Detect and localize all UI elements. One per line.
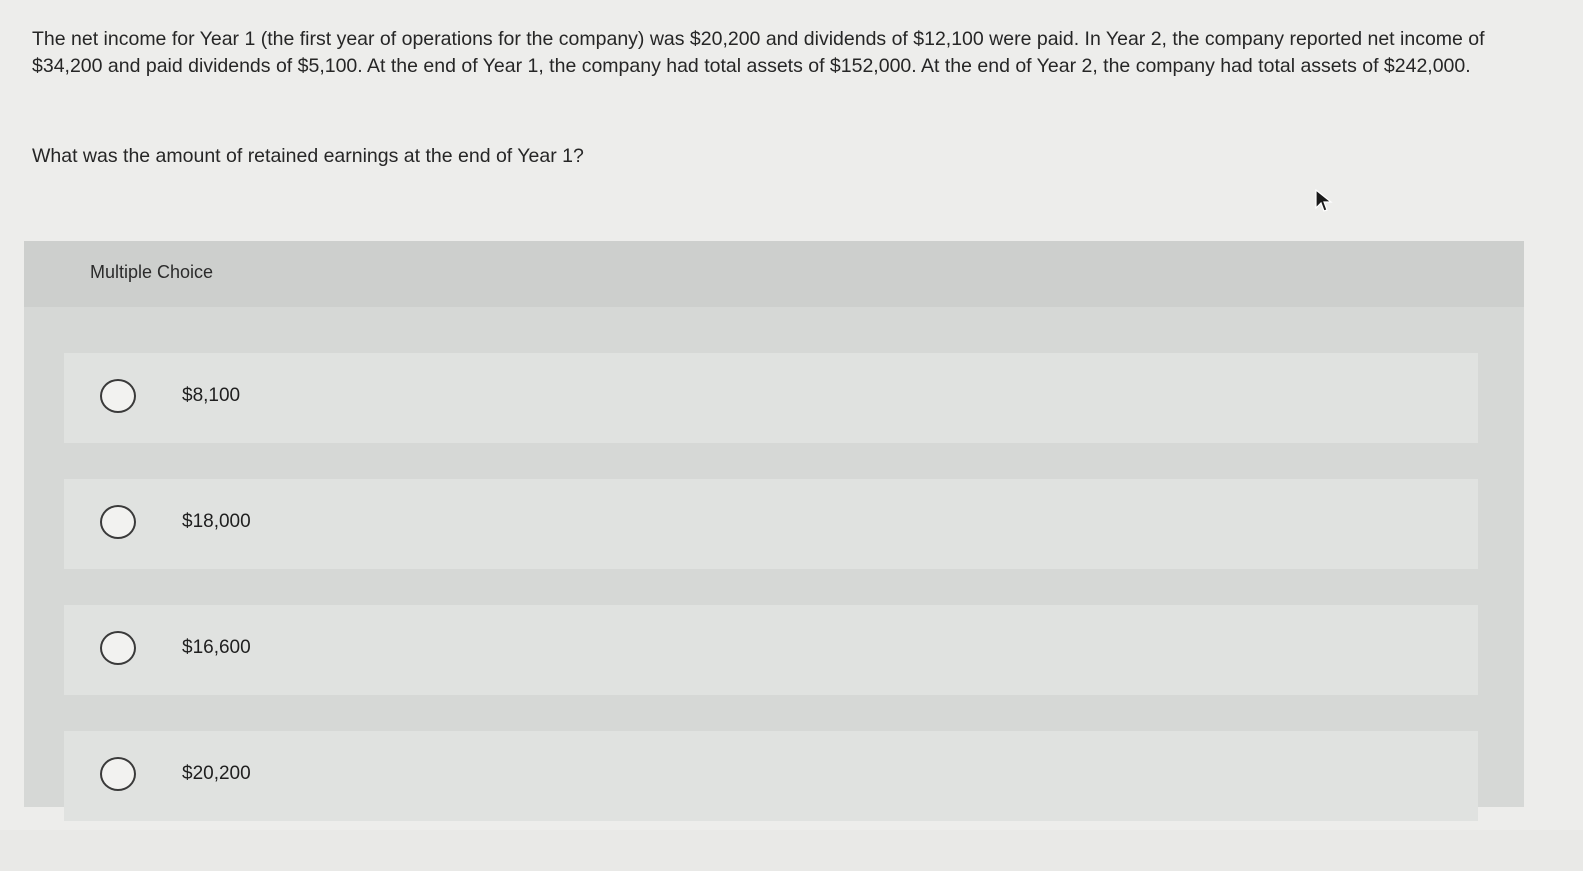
choice-option-2[interactable]: $18,000 — [64, 479, 1478, 569]
mouse-cursor-icon — [1315, 189, 1333, 212]
multiple-choice-header-label: Multiple Choice — [90, 262, 214, 282]
choice-option-1[interactable]: $8,100 — [64, 353, 1478, 443]
question-prompt: What was the amount of retained earnings… — [32, 145, 584, 167]
choice-label: $16,600 — [182, 637, 251, 658]
choice-label: $18,000 — [182, 511, 251, 532]
radio-button-icon[interactable] — [100, 757, 136, 791]
multiple-choice-header: Multiple Choice — [24, 241, 1524, 307]
choice-label: $8,100 — [182, 385, 241, 406]
multiple-choice-panel: Multiple Choice $8,100 $18,000 $16,600 $… — [24, 241, 1524, 821]
question-text: The net income for Year 1 (the first yea… — [32, 28, 1485, 77]
choice-option-4[interactable]: $20,200 — [64, 731, 1478, 821]
footer-strip — [0, 830, 1583, 871]
radio-button-icon[interactable] — [100, 505, 136, 539]
radio-button-icon[interactable] — [100, 379, 136, 413]
choice-label: $20,200 — [182, 763, 251, 784]
choice-option-3[interactable]: $16,600 — [64, 605, 1478, 695]
radio-button-icon[interactable] — [100, 631, 136, 665]
